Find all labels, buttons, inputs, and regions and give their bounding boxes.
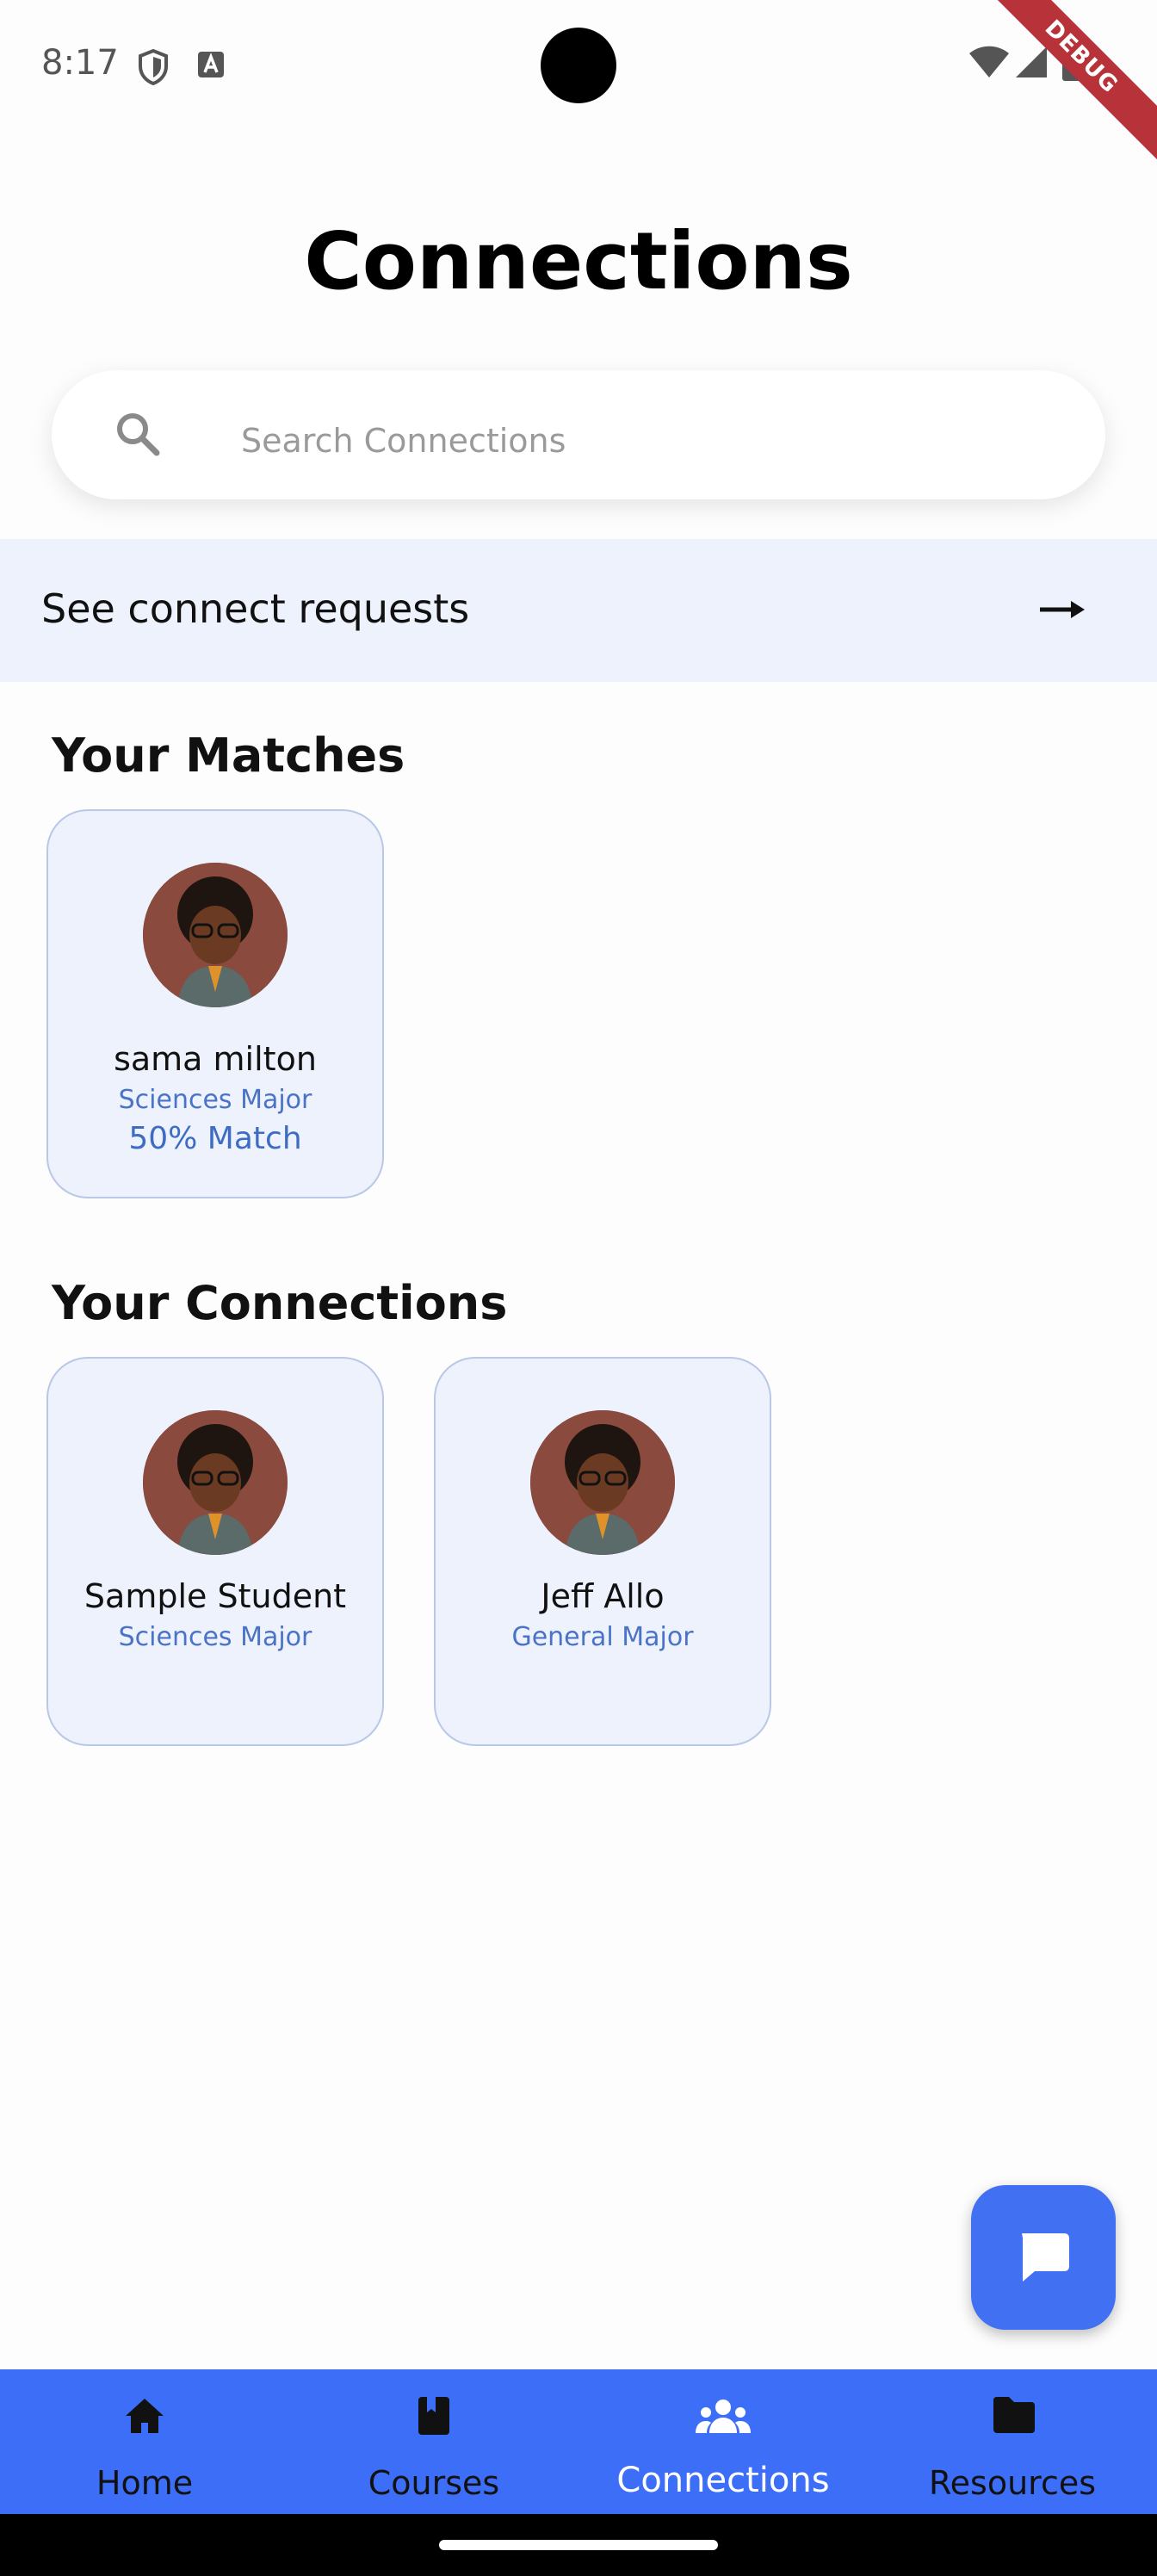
camera-cutout	[541, 28, 616, 103]
shield-icon	[136, 48, 170, 90]
connection-major: General Major	[511, 1622, 694, 1652]
wifi-icon	[968, 45, 1011, 83]
avatar	[530, 1410, 675, 1555]
chat-bubble-icon	[1016, 2230, 1071, 2288]
match-name: sama milton	[114, 1040, 317, 1078]
nav-item-connections[interactable]: Connections	[578, 2369, 868, 2514]
bottom-nav: Home Courses Connections Resources	[0, 2369, 1157, 2514]
nav-item-courses[interactable]: Courses	[289, 2369, 578, 2514]
page-title: Connections	[304, 215, 853, 307]
avatar	[143, 1410, 288, 1555]
home-gesture-bar[interactable]	[439, 2540, 718, 2550]
book-icon	[413, 2395, 455, 2440]
folder-icon	[992, 2395, 1036, 2437]
nav-label-courses: Courses	[368, 2464, 500, 2502]
status-time: 8:17	[41, 43, 119, 83]
matches-section-title: Your Matches	[52, 728, 405, 783]
connection-card[interactable]: Jeff Allo General Major	[434, 1357, 771, 1746]
nav-label-home: Home	[96, 2464, 194, 2502]
nav-label-connections: Connections	[616, 2461, 830, 2500]
nav-label-resources: Resources	[928, 2464, 1097, 2502]
search-icon[interactable]	[112, 408, 164, 463]
search-input[interactable]	[241, 415, 1016, 467]
match-card[interactable]: sama milton Sciences Major 50% Match	[46, 809, 384, 1198]
arrow-right-icon	[1038, 591, 1086, 632]
avatar	[143, 863, 288, 1007]
chat-fab-button[interactable]	[971, 2185, 1116, 2330]
connections-section-title: Your Connections	[52, 1276, 508, 1330]
match-percentage: 50% Match	[128, 1121, 302, 1156]
people-icon	[696, 2395, 751, 2440]
nav-item-resources[interactable]: Resources	[868, 2369, 1157, 2514]
match-major: Sciences Major	[118, 1085, 312, 1115]
nav-item-home[interactable]: Home	[0, 2369, 289, 2514]
connection-name: Jeff Allo	[541, 1577, 665, 1615]
connection-card[interactable]: Sample Student Sciences Major	[46, 1357, 384, 1746]
connection-name: Sample Student	[84, 1577, 347, 1615]
signal-icon	[1014, 45, 1049, 83]
connect-requests-label: See connect requests	[41, 585, 470, 632]
text-format-icon	[196, 50, 226, 83]
connection-major: Sciences Major	[118, 1622, 312, 1652]
status-bar: 8:17 DEBUG	[0, 0, 1157, 162]
home-icon	[124, 2395, 165, 2440]
